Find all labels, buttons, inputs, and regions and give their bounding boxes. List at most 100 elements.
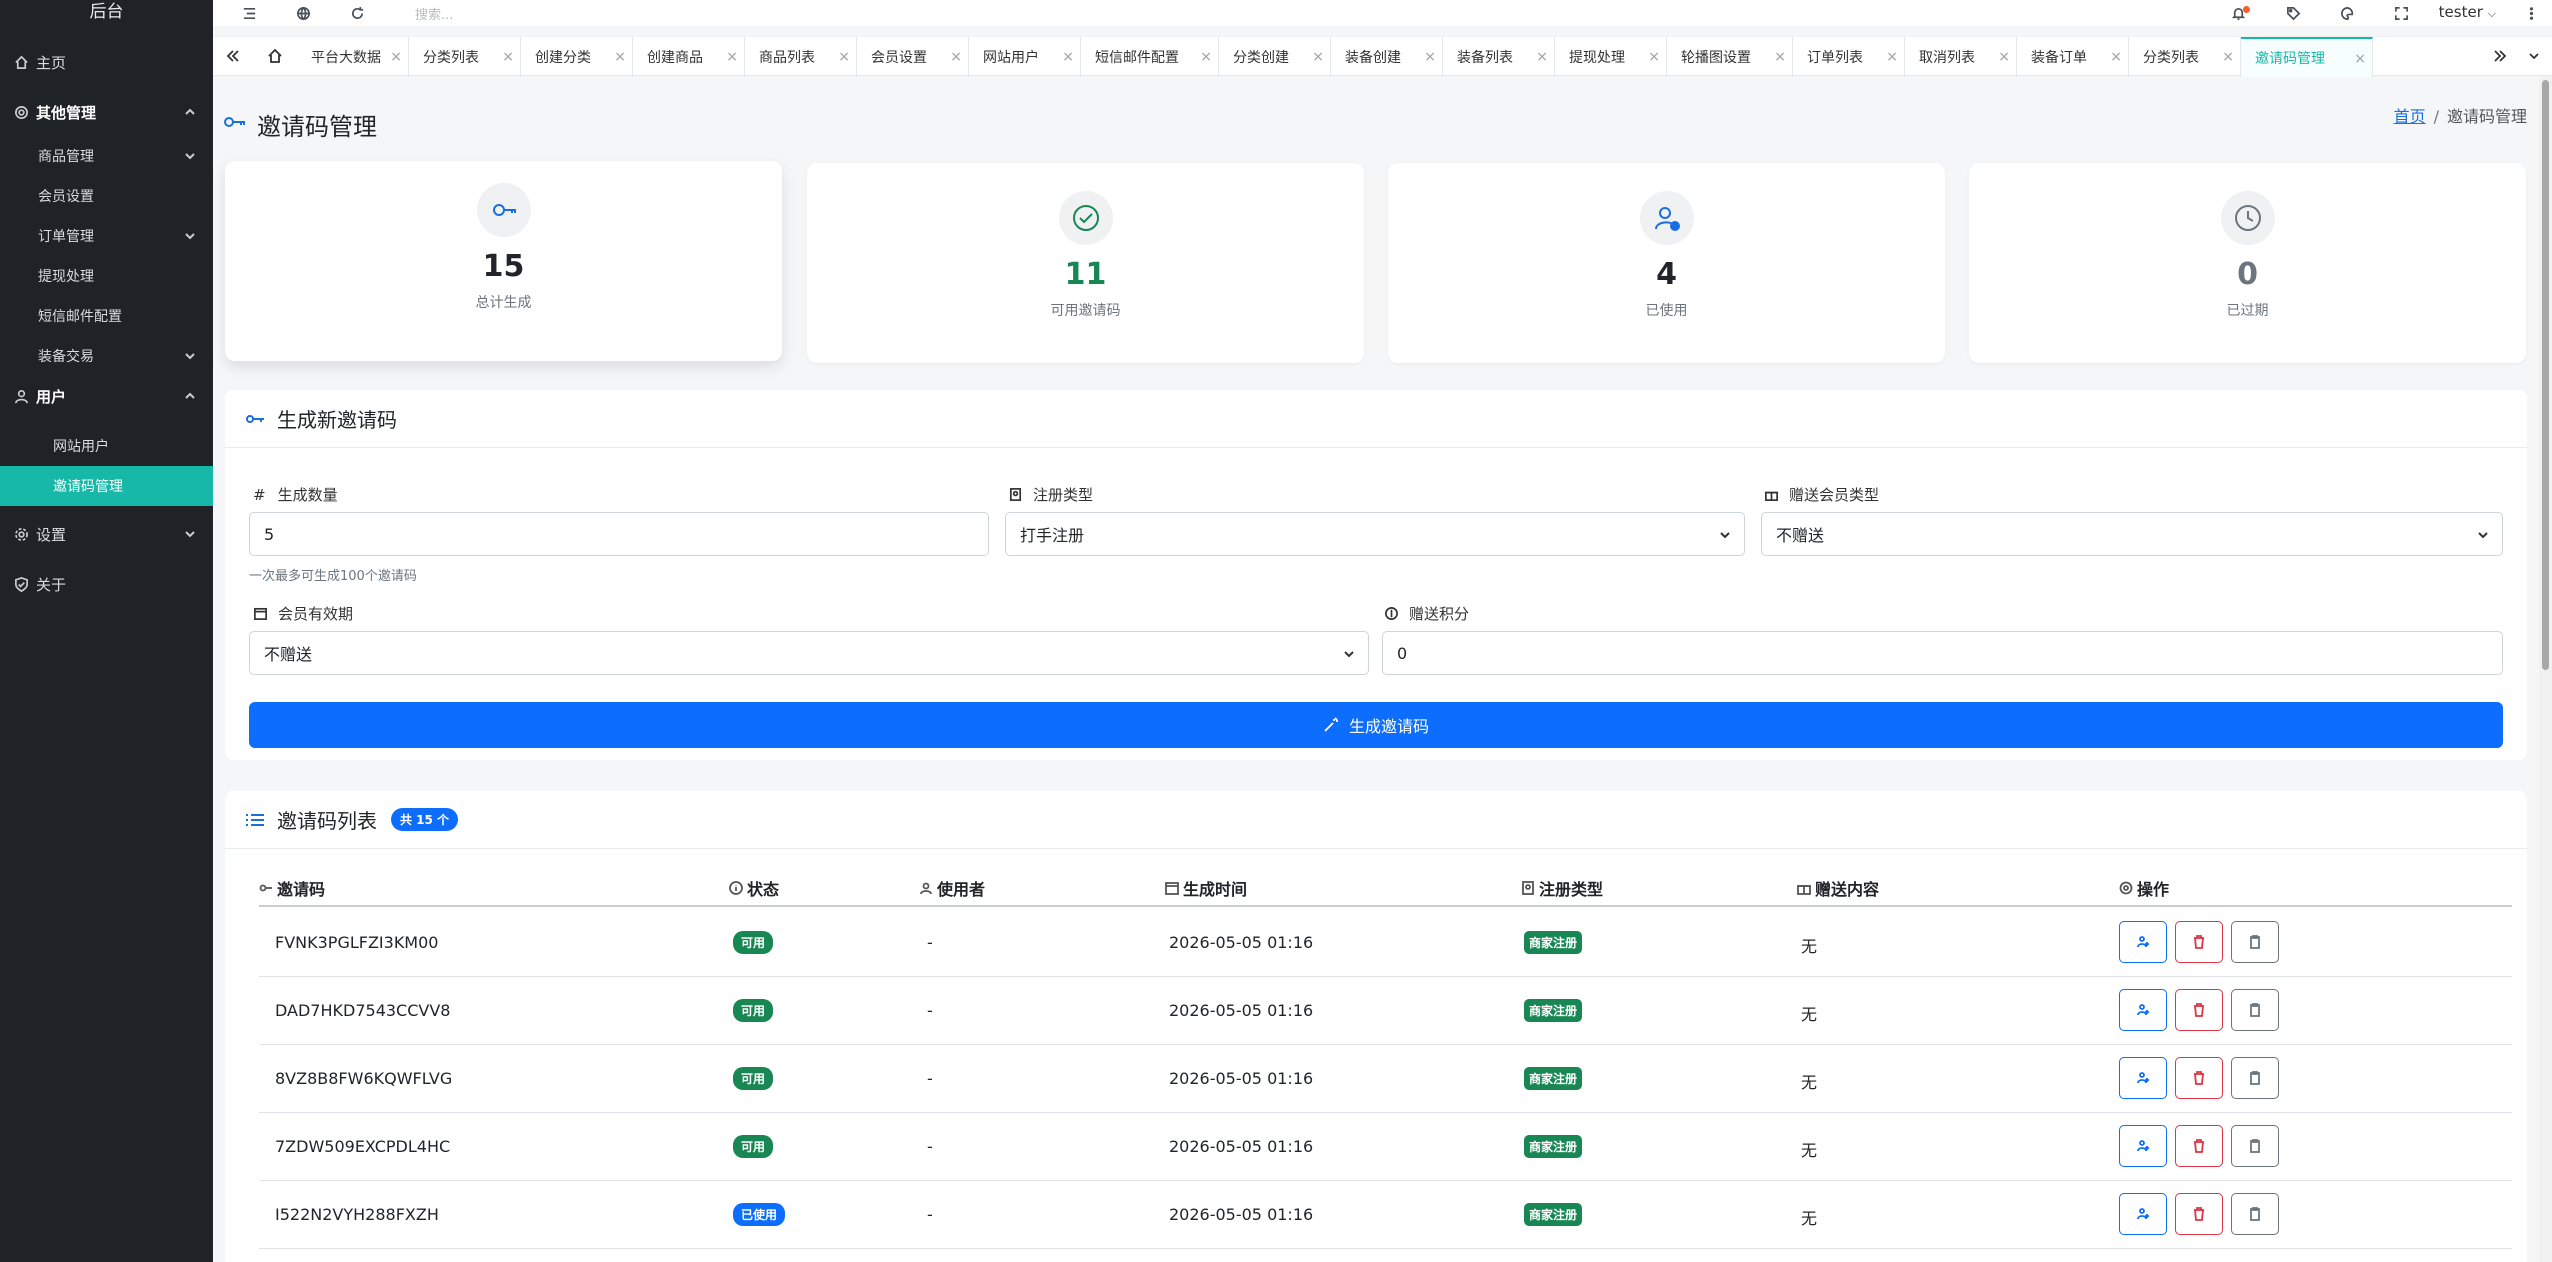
assign-user-button[interactable] <box>2119 921 2167 963</box>
assign-user-button[interactable] <box>2119 1057 2167 1099</box>
sidebar-item-settings[interactable]: 设置 <box>0 514 213 554</box>
sidebar-item-sms-mail[interactable]: 短信邮件配置 <box>0 296 213 336</box>
delete-button[interactable] <box>2175 1125 2223 1167</box>
close-tab-icon[interactable]: × <box>838 49 850 65</box>
column-header-code: 邀请码 <box>259 876 325 900</box>
sidebar-item-label: 邀请码管理 <box>53 479 123 495</box>
chevron-down-icon <box>1342 646 1356 665</box>
delete-button[interactable] <box>2175 921 2223 963</box>
copy-button[interactable] <box>2231 1193 2279 1235</box>
sidebar-item-invite-mgmt[interactable]: 邀请码管理 <box>0 466 213 506</box>
copy-button[interactable] <box>2231 1057 2279 1099</box>
tab-1[interactable]: 分类列表 × <box>409 37 521 77</box>
tab-16[interactable]: 分类列表 × <box>2129 37 2241 77</box>
tab-4[interactable]: 商品列表 × <box>745 37 857 77</box>
close-tab-icon[interactable]: × <box>1312 49 1324 65</box>
menu-toggle-icon[interactable] <box>240 4 258 22</box>
tab-7[interactable]: 短信邮件配置 × <box>1081 37 1219 77</box>
refresh-icon[interactable] <box>348 4 366 22</box>
scrollbar[interactable] <box>2539 77 2552 1262</box>
close-tab-icon[interactable]: × <box>390 49 402 65</box>
delete-button[interactable] <box>2175 1057 2223 1099</box>
tabs-scroll-right-icon[interactable] <box>2488 45 2512 67</box>
tab-13[interactable]: 订单列表 × <box>1793 37 1905 77</box>
globe-icon[interactable] <box>294 4 312 22</box>
tabs-dropdown-icon[interactable] <box>2522 45 2546 67</box>
tab-label: 创建商品 <box>647 50 703 66</box>
user-menu[interactable]: tester ⌵ <box>2439 3 2496 21</box>
close-tab-icon[interactable]: × <box>2110 49 2122 65</box>
stat-total-label: 总计生成 <box>475 295 532 311</box>
copy-button[interactable] <box>2231 989 2279 1031</box>
user-icon <box>12 387 30 405</box>
close-tab-icon[interactable]: × <box>2354 51 2366 67</box>
close-tab-icon[interactable]: × <box>2222 49 2234 65</box>
tab-10[interactable]: 装备列表 × <box>1443 37 1555 77</box>
close-tab-icon[interactable]: × <box>1200 49 1212 65</box>
member-validity-select[interactable]: 不赠送 <box>249 631 1369 675</box>
assign-user-button[interactable] <box>2119 989 2167 1031</box>
gift-member-select[interactable]: 不赠送 <box>1761 512 2503 556</box>
tab-2[interactable]: 创建分类 × <box>521 37 633 77</box>
tab-8[interactable]: 分类创建 × <box>1219 37 1331 77</box>
sidebar-item-order-mgmt[interactable]: 订单管理 <box>0 216 213 256</box>
close-tab-icon[interactable]: × <box>1886 49 1898 65</box>
assign-user-button[interactable] <box>2119 1125 2167 1167</box>
sidebar-item-member-settings[interactable]: 会员设置 <box>0 176 213 216</box>
close-tab-icon[interactable]: × <box>614 49 626 65</box>
close-tab-icon[interactable]: × <box>1998 49 2010 65</box>
tab-17[interactable]: 邀请码管理 × <box>2241 37 2373 77</box>
tabs-scroll-left-icon[interactable] <box>221 45 245 67</box>
reg-type-select[interactable]: 打手注册 <box>1005 512 1745 556</box>
copy-button[interactable] <box>2231 1125 2279 1167</box>
sidebar-item-withdraw[interactable]: 提现处理 <box>0 256 213 296</box>
key-icon <box>492 204 516 216</box>
tag-icon[interactable] <box>2284 4 2302 22</box>
home-tab-icon[interactable] <box>263 45 287 67</box>
copy-button[interactable] <box>2231 921 2279 963</box>
tab-12[interactable]: 轮播图设置 × <box>1667 37 1793 77</box>
scrollbar-thumb[interactable] <box>2542 80 2549 670</box>
close-tab-icon[interactable]: × <box>1774 49 1786 65</box>
close-tab-icon[interactable]: × <box>1062 49 1074 65</box>
palette-icon[interactable] <box>2338 4 2356 22</box>
close-tab-icon[interactable]: × <box>1536 49 1548 65</box>
tab-3[interactable]: 创建商品 × <box>633 37 745 77</box>
gift-points-input[interactable]: 0 <box>1382 631 2503 675</box>
key-icon <box>223 113 247 135</box>
sidebar-item-equip-trade[interactable]: 装备交易 <box>0 336 213 376</box>
tab-15[interactable]: 装备订单 × <box>2017 37 2129 77</box>
qty-input[interactable]: 5 <box>249 512 989 556</box>
tab-6[interactable]: 网站用户 × <box>969 37 1081 77</box>
tab-5[interactable]: 会员设置 × <box>857 37 969 77</box>
sidebar-item-label: 装备交易 <box>38 349 94 365</box>
more-vertical-icon[interactable] <box>2522 4 2540 22</box>
close-tab-icon[interactable]: × <box>502 49 514 65</box>
sidebar-item-site-users[interactable]: 网站用户 <box>0 426 213 466</box>
generate-button[interactable]: 生成邀请码 <box>249 702 2503 748</box>
tab-11[interactable]: 提现处理 × <box>1555 37 1667 77</box>
sidebar-item-users[interactable]: 用户 <box>0 376 213 416</box>
tab-14[interactable]: 取消列表 × <box>1905 37 2017 77</box>
tab-9[interactable]: 装备创建 × <box>1331 37 1443 77</box>
assign-user-button[interactable] <box>2119 1193 2167 1235</box>
breadcrumb-home-link[interactable]: 首页 <box>2394 107 2426 126</box>
delete-button[interactable] <box>2175 1193 2223 1235</box>
chevron-down-icon <box>183 527 197 541</box>
qty-label: # 生成数量 <box>253 484 338 505</box>
close-tab-icon[interactable]: × <box>950 49 962 65</box>
sidebar-item-about[interactable]: 关于 <box>0 564 213 604</box>
tab-0[interactable]: 平台大数据 × <box>297 37 409 77</box>
sidebar-item-home[interactable]: 主页 <box>0 42 213 82</box>
shield-check-icon <box>12 575 30 593</box>
sidebar-item-goods-mgmt[interactable]: 商品管理 <box>0 136 213 176</box>
close-tab-icon[interactable]: × <box>726 49 738 65</box>
sidebar-item-other-mgmt[interactable]: 其他管理 <box>0 92 213 132</box>
time-cell: 2026-05-05 01:16 <box>1169 1001 1314 1020</box>
delete-button[interactable] <box>2175 989 2223 1031</box>
bell-icon[interactable] <box>2229 4 2250 22</box>
close-tab-icon[interactable]: × <box>1424 49 1436 65</box>
fullscreen-icon[interactable] <box>2392 4 2410 22</box>
search-input[interactable]: 搜索... <box>415 4 453 23</box>
close-tab-icon[interactable]: × <box>1648 49 1660 65</box>
